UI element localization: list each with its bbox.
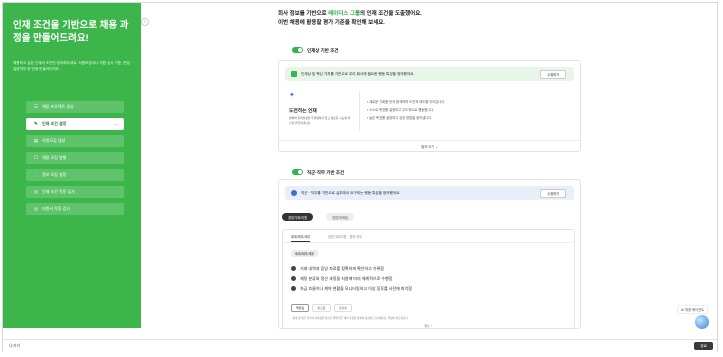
collapse-button[interactable]: 접기 ⌃	[283, 324, 574, 328]
bullet-item: • 스스로 목표를 설정하고 주도적으로 행동합니다.	[367, 108, 435, 112]
sidebar-item-label: 정보 모집 설정	[42, 172, 67, 177]
headline-post: 의 인재 조건을 도출했어요.	[360, 11, 422, 17]
briefcase-icon	[291, 190, 297, 196]
exit-button[interactable]: 나가기	[9, 343, 20, 349]
check-item: 자금 흐름이나 계약 현황을 모니터링하고 이상 징후를 사전에 파악함	[291, 284, 412, 294]
circle-icon: ◌	[34, 172, 37, 178]
talent-banner-text: 인재상 및 핵심 가치를 기반으로 우리 회사에 필요한 행동 특성을 정의했어…	[301, 71, 415, 76]
chip-row: 책임감 정교함 신뢰성	[291, 304, 352, 312]
chip[interactable]: 신뢰성	[333, 304, 352, 312]
target-icon: ◎	[34, 206, 38, 211]
pill-sales-marketing[interactable]: 영업/마케팅	[326, 213, 355, 221]
check-item: 재정 분류와 정산 과정을 지침에 따라 체계적으로 수행함	[291, 274, 412, 284]
sidebar-item-application-check[interactable]: ◎ 지원서 작동 검사	[26, 203, 124, 215]
talent-banner: 인재상 및 핵심 가치를 기반으로 우리 회사에 필요한 행동 특성을 정의했어…	[285, 67, 574, 81]
ai-agent-button[interactable]	[695, 315, 709, 329]
trait-bullets: • 새로운 기회를 먼저 탐색하며 도전적 태도를 이어갑니다. • 스스로 목…	[367, 98, 445, 122]
checkbox-icon: ☐	[34, 155, 39, 160]
section-label-talent: 인재상 기반 조건	[307, 48, 339, 53]
sidebar-item-info-settings[interactable]: ◌ 정보 모집 설정	[26, 169, 124, 181]
ai-agent-label: AI 채용 에이전트	[677, 305, 709, 314]
divider	[359, 91, 360, 131]
note-text: · 회계 및 재무 기록의 신뢰성을 높이기 위해 업무 세부 사항을 정확히 …	[291, 317, 409, 320]
sidebar-item-talent-conditions[interactable]: ✎ 인재 조건 설정 ···	[26, 118, 124, 130]
sidebar-description: 채용하고 싶은 인재의 조건만 정의해주세요. 직원모집이나 지원 심사 기준,…	[13, 61, 130, 71]
subtab-management[interactable]: 경영기획/지원 · 경영 직무	[328, 234, 362, 239]
edit-job-button[interactable]: 수정하기	[540, 189, 566, 198]
job-banner: 직군 · 직무를 기반으로 실무에서 요구되는 행동 특성을 정의했어요. 수정…	[285, 186, 574, 200]
job-detail-panel: 회계/재무/세무 경영기획/지원 · 경영 직무 회계/재무/세무 거래 내역과…	[282, 229, 575, 329]
sidebar-title: 인재 조건을 기반으로 채용 과정을 만들어드려요!	[13, 20, 129, 44]
sidebar-item-label: 지원서 작동 검사	[42, 206, 70, 211]
document-icon: ▤	[34, 138, 39, 143]
check-circle-icon	[291, 286, 296, 292]
headline-line2: 이번 채용에 활용할 평가 기준을 확인해 보세요.	[278, 20, 385, 26]
sidebar-item-label: 인재 조건 작동 검사	[42, 189, 75, 194]
page-headline: 회사 정보를 기반으로 레이더스 그룹의 인재 조건을 도출했어요. 이번 채용…	[278, 10, 422, 28]
sidebar-item-project[interactable]: ☰ 채용 프로젝트 생성	[26, 101, 124, 113]
list-icon: ☰	[34, 104, 39, 109]
pill-finance-support[interactable]: 경영기획/지원	[282, 213, 314, 221]
sidebar-item-label: 채용 모집 발행	[42, 155, 67, 160]
sidebar-item-publish[interactable]: ☐ 채용 모집 발행	[26, 152, 124, 164]
edit-icon: ✎	[34, 121, 38, 126]
chip[interactable]: 정교함	[312, 304, 331, 312]
talent-card: 인재상 및 핵심 가치를 기반으로 우리 회사에 필요한 행동 특성을 정의했어…	[278, 60, 581, 152]
expand-button[interactable]: 펼쳐 보기 ⌄	[279, 144, 580, 149]
sidebar-item-job-posting[interactable]: ▤ 직원모집 생성	[26, 135, 124, 147]
sidebar-item-label: 인재 조건 설정	[42, 121, 67, 126]
bullet-item: • 새로운 기회를 먼저 탐색하며 도전적 태도를 이어갑니다.	[367, 100, 446, 104]
complete-button[interactable]: 완료	[694, 342, 713, 350]
group-title: 회계/재무/세무	[291, 250, 319, 257]
sidebar-item-condition-check[interactable]: ◎ 인재 조건 작동 검사	[26, 186, 124, 198]
sidebar-item-label: 채용 프로젝트 생성	[42, 104, 74, 109]
check-list: 거래 내역과 증빙 자료를 정확하게 확인하고 기록함 재정 분류와 정산 과정…	[291, 264, 412, 294]
section-label-job: 직군·직무 기반 조건	[307, 170, 345, 175]
company-name: 레이더스 그룹	[328, 11, 361, 17]
trait-title: 도전하는 인재	[289, 109, 317, 114]
check-circle-icon	[291, 276, 296, 282]
more-icon[interactable]: ···	[114, 122, 119, 127]
check-item: 거래 내역과 증빙 자료를 정확하게 확인하고 기록함	[291, 264, 412, 274]
job-toggle[interactable]	[292, 169, 303, 175]
check-circle-icon	[291, 266, 296, 272]
sparkle-icon: ✦	[289, 92, 295, 99]
clipboard-icon	[291, 71, 297, 77]
sidebar: 인재 조건을 기반으로 채용 과정을 만들어드려요! 채용하고 싶은 인재의 조…	[3, 3, 149, 328]
trait-description: 변화와 불확실성을 두려워하지 않고 새로운 시도와 혁신을 만들어냅니다.	[289, 116, 351, 125]
sidebar-menu: ☰ 채용 프로젝트 생성 ✎ 인재 조건 설정 ··· ▤ 직원모집 생성 ☐ …	[26, 101, 124, 220]
bullet-item: • 높은 목표를 설정하고 성공 방법을 찾아냅니다.	[367, 116, 433, 120]
target-icon: ◎	[34, 189, 38, 194]
edit-talent-button[interactable]: 수정하기	[540, 70, 566, 79]
sidebar-item-label: 직원모집 생성	[42, 138, 66, 143]
headline-pre: 회사 정보를 기반으로	[278, 11, 329, 17]
talent-toggle[interactable]	[292, 47, 303, 53]
subtab-accounting[interactable]: 회계/재무/세무	[291, 234, 311, 242]
chip[interactable]: 책임감	[291, 304, 310, 312]
bottom-bar: 나가기 완료	[3, 339, 717, 352]
job-banner-text: 직군 · 직무를 기반으로 실무에서 요구되는 행동 특성을 정의했어요.	[301, 190, 401, 195]
main-content: 회사 정보를 기반으로 레이더스 그룹의 인재 조건을 도출했어요. 이번 채용…	[141, 3, 717, 329]
